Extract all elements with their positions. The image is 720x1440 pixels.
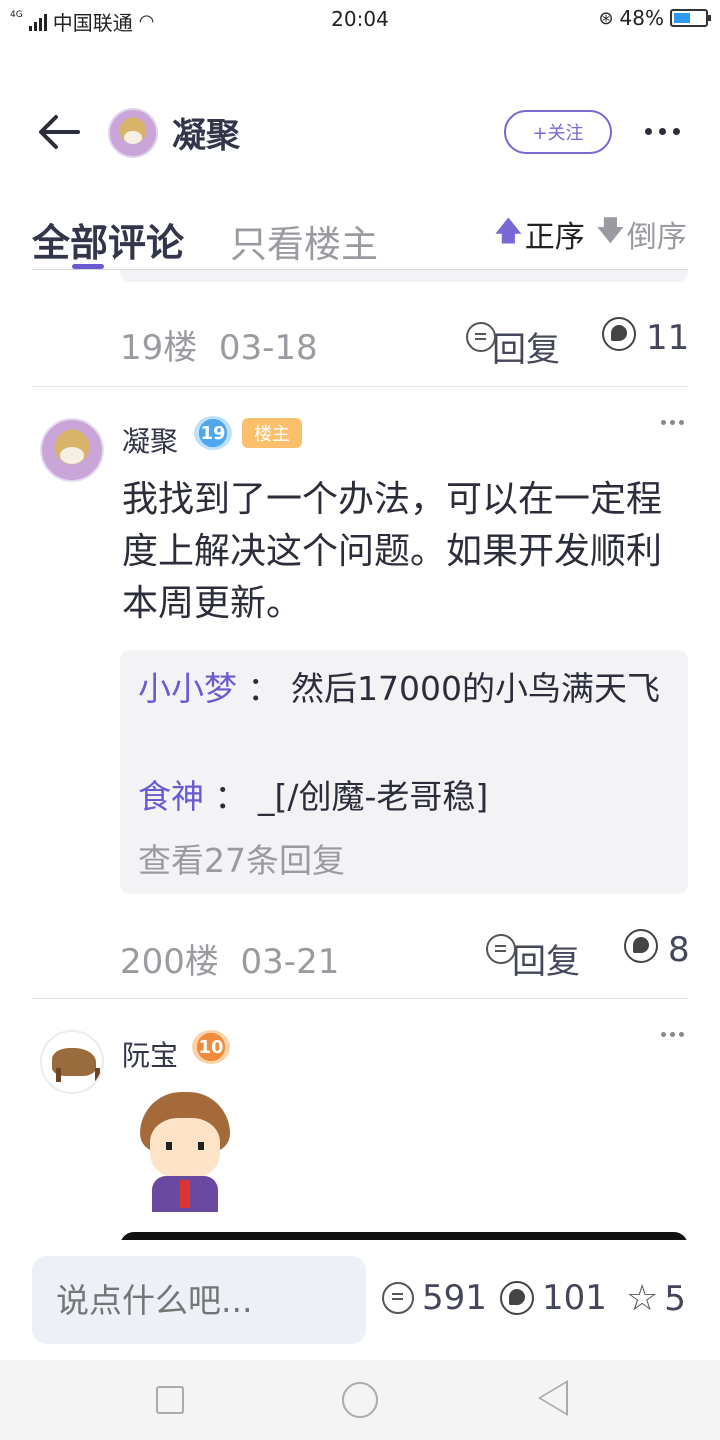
- back-arrow-icon[interactable]: [34, 112, 84, 152]
- commenter-avatar[interactable]: [40, 1030, 104, 1094]
- floor-meta: 200楼 03-21: [120, 934, 339, 983]
- commenter-name[interactable]: 凝聚: [122, 420, 178, 460]
- view-more-replies-link[interactable]: 查看27条回复: [138, 834, 345, 882]
- battery-percent: 48%: [619, 6, 664, 30]
- sort-descending-button[interactable]: 🡇 倒序: [596, 210, 687, 258]
- home-icon[interactable]: [342, 1382, 378, 1418]
- floor-number: 200楼: [120, 942, 219, 982]
- comment-bubble-icon: [486, 933, 516, 964]
- comment-content: 我找到了一个办法，可以在一定程度上解决这个问题。如果开发顺利本周更新。: [122, 479, 663, 624]
- comment-bubble-icon: [466, 321, 496, 352]
- comment-input[interactable]: [32, 1256, 366, 1344]
- sort-ascending-button[interactable]: 🡅 正序: [494, 210, 585, 258]
- level-badge: 10: [192, 1030, 230, 1064]
- reply-author[interactable]: 小小梦: [138, 669, 237, 708]
- comment-more-icon[interactable]: [661, 420, 684, 425]
- reply-label: 回复: [492, 330, 560, 370]
- follow-button[interactable]: +关注: [504, 110, 612, 154]
- reply-button[interactable]: 回复: [466, 321, 560, 371]
- level-badge: 19: [194, 416, 232, 450]
- rotation-lock-icon: ⊛: [598, 7, 614, 29]
- like-count: 8: [668, 930, 690, 970]
- comment-count: 591: [422, 1278, 487, 1318]
- previous-reply-box: [120, 270, 688, 282]
- floor-date: 03-21: [240, 942, 340, 982]
- divider: [32, 998, 688, 999]
- author-name[interactable]: 凝聚: [172, 108, 240, 157]
- like-button[interactable]: 11: [602, 317, 690, 358]
- sort-desc-label: 倒序: [626, 220, 687, 255]
- comment-tabs: 全部评论 只看楼主 🡅 正序 🡇 倒序: [32, 204, 688, 270]
- owner-badge: 楼主: [242, 418, 302, 448]
- reply-label: 回复: [512, 942, 580, 982]
- battery-icon: [670, 9, 711, 27]
- comment-bubble-icon: [382, 1282, 414, 1314]
- post-like-count: 101: [542, 1278, 607, 1318]
- reply-text: 然后17000的小鸟满天飞: [291, 669, 660, 708]
- reply-button[interactable]: 回复: [486, 933, 580, 983]
- post-like-button[interactable]: 101: [500, 1278, 607, 1318]
- floor-meta: 19楼 03-18: [120, 320, 318, 369]
- tab-all-comments[interactable]: 全部评论: [32, 212, 184, 267]
- like-button[interactable]: 8: [624, 929, 690, 970]
- author-avatar[interactable]: [108, 108, 158, 158]
- commenter-avatar[interactable]: [40, 418, 104, 482]
- reply-separator: ：: [247, 669, 281, 708]
- star-icon: ☆: [626, 1278, 659, 1319]
- reply-text: _[/创魔-老哥稳]: [258, 777, 489, 816]
- like-count: 11: [646, 318, 690, 358]
- tab-active-indicator: [72, 264, 104, 269]
- sort-asc-label: 正序: [524, 220, 585, 255]
- favorite-button[interactable]: ☆ 5: [626, 1278, 686, 1319]
- sticker-image: [136, 1092, 232, 1212]
- more-options-icon[interactable]: [645, 128, 680, 135]
- comment-count-button[interactable]: 591: [382, 1278, 487, 1318]
- reply-item: 食神 ： _[/创魔-老哥稳]: [138, 774, 678, 820]
- status-bar: 4G 中国联通 ◠ 20:04 ⊛ 48%: [0, 0, 720, 38]
- arrow-down-icon: 🡇: [596, 214, 625, 247]
- divider: [32, 386, 688, 387]
- comment-more-icon[interactable]: [661, 1032, 684, 1037]
- post-header: 凝聚 +关注: [0, 100, 720, 164]
- status-right: ⊛ 48%: [598, 6, 711, 30]
- tab-owner-only[interactable]: 只看楼主: [230, 214, 378, 268]
- reply-author[interactable]: 食神: [138, 777, 204, 816]
- reply-separator: ：: [214, 777, 248, 816]
- commenter-name[interactable]: 阮宝: [122, 1034, 178, 1074]
- floor-date: 03-18: [218, 328, 318, 368]
- thumbs-up-icon: [602, 317, 636, 351]
- system-nav-bar: [0, 1360, 720, 1440]
- recent-apps-icon[interactable]: [156, 1386, 184, 1414]
- thumbs-up-icon: [624, 929, 658, 963]
- floor-number: 19楼: [120, 328, 198, 368]
- reply-item: 小小梦 ： 然后17000的小鸟满天飞: [138, 666, 678, 712]
- arrow-up-icon: 🡅: [494, 214, 523, 247]
- thumbs-up-icon: [500, 1281, 534, 1315]
- favorite-count: 5: [664, 1278, 686, 1319]
- bottom-action-bar: 591 101 ☆ 5: [0, 1240, 720, 1360]
- replies-box[interactable]: 小小梦 ： 然后17000的小鸟满天飞 食神 ： _[/创魔-老哥稳] 查看27…: [120, 650, 688, 894]
- back-triangle-icon[interactable]: [538, 1380, 568, 1416]
